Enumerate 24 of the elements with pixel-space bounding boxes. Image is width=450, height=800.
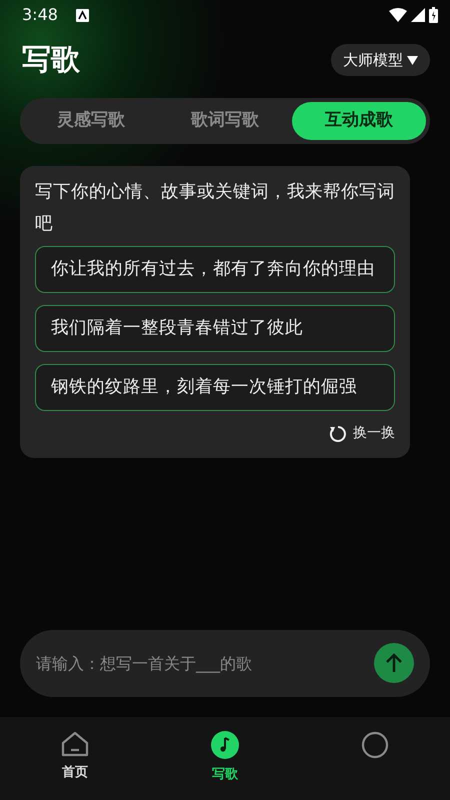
message-input[interactable]: 请输入：想写一首关于___的歌 <box>20 630 430 697</box>
battery-icon <box>429 7 438 23</box>
circle-icon <box>361 731 389 759</box>
tab[interactable]: 灵感写歌 <box>24 102 158 140</box>
signal-icon <box>411 8 425 22</box>
tab[interactable]: 歌词写歌 <box>158 102 292 140</box>
suggestion-chip[interactable]: 你让我的所有过去，都有了奔向你的理由 <box>35 246 395 293</box>
page-title: 写歌 <box>22 41 80 78</box>
wifi-icon <box>389 8 407 22</box>
home-icon <box>61 731 89 757</box>
suggestion-chip[interactable]: 钢铁的纹路里，刻着每一次锤打的倔强 <box>35 364 395 411</box>
model-dropdown[interactable]: 大师模型 <box>331 44 430 76</box>
nav-item[interactable]: 写歌 <box>150 717 300 800</box>
tab[interactable]: 互动成歌 <box>292 102 426 140</box>
status-time: 3:48 <box>22 4 58 26</box>
notification-icon <box>76 9 89 22</box>
refresh-icon <box>329 424 347 442</box>
caret-icon <box>407 56 418 64</box>
intro-text: 写下你的心情、故事或关键词，我来帮你写词吧 <box>35 181 395 236</box>
refresh-button[interactable]: 换一换 <box>329 423 395 444</box>
arrow-up-icon <box>385 653 403 673</box>
music-note-icon <box>211 731 239 759</box>
suggestion-chip[interactable]: 我们隔着一整段青春错过了彼此 <box>35 305 395 352</box>
nav-item[interactable]: 首页 <box>0 717 150 800</box>
